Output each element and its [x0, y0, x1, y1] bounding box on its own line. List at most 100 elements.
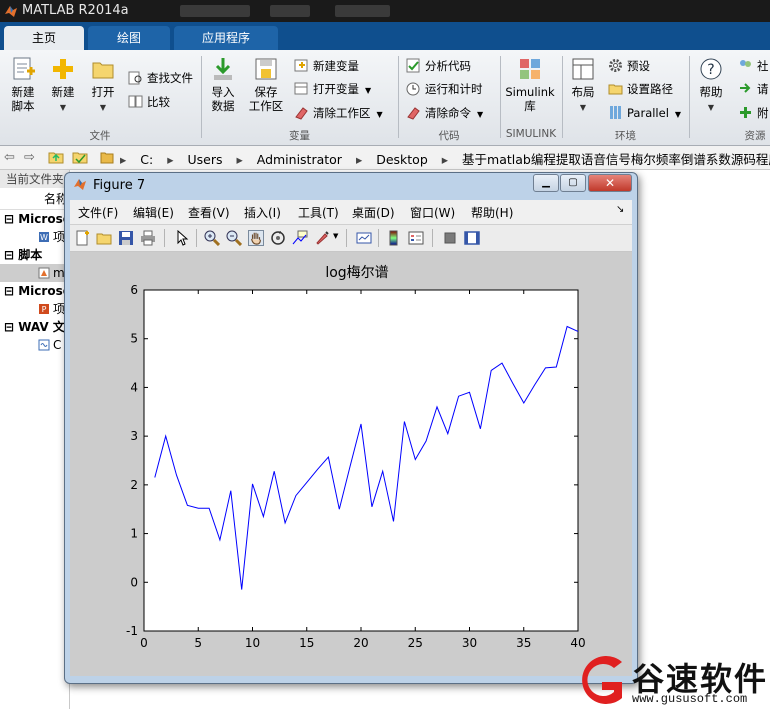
- rotate-3d-icon[interactable]: [270, 230, 286, 246]
- minimize-icon: ▁: [542, 177, 550, 188]
- breadcrumb-item-desktop[interactable]: Desktop: [376, 152, 428, 167]
- tab-apps[interactable]: 应用程序: [174, 26, 278, 50]
- menu-help[interactable]: 帮助(H): [471, 204, 513, 221]
- chevron-down-icon[interactable]: ▼: [333, 232, 338, 240]
- new-button[interactable]: 新建 ▼: [46, 56, 80, 115]
- show-plot-tools-icon[interactable]: [464, 230, 480, 246]
- chevron-down-icon: ▼: [59, 103, 67, 112]
- compare-button[interactable]: 比较: [128, 92, 170, 112]
- colorbar-icon[interactable]: [386, 230, 402, 246]
- collapse-icon[interactable]: ⊟: [4, 320, 18, 334]
- breadcrumb-item-drive[interactable]: C:: [140, 152, 153, 167]
- x-tick-label: 0: [140, 636, 148, 650]
- file-group-header[interactable]: ⊟ Microso: [0, 282, 69, 300]
- request-support-icon: [740, 83, 751, 93]
- print-icon[interactable]: [140, 230, 156, 246]
- pan-hand-icon[interactable]: [248, 230, 264, 246]
- close-icon: ✕: [604, 176, 616, 190]
- maximize-button[interactable]: ▢: [560, 174, 586, 192]
- breadcrumb-item-administrator[interactable]: Administrator: [257, 152, 342, 167]
- file-list-item-selected[interactable]: m: [0, 264, 69, 282]
- preferences-button[interactable]: 预设: [608, 56, 650, 76]
- menu-view[interactable]: 查看(V): [188, 204, 230, 221]
- back-arrow-icon[interactable]: ⇦: [4, 150, 15, 165]
- link-plot-icon[interactable]: [356, 230, 372, 246]
- zoom-in-icon[interactable]: [204, 230, 220, 246]
- collapse-icon[interactable]: ⊟: [4, 212, 18, 226]
- file-group-header[interactable]: ⊟ Microso: [0, 210, 69, 228]
- plot-area[interactable]: [143, 289, 579, 632]
- ribbon-toolstrip: 新建 脚本 新建 ▼ 打开 ▼ 查找文件 比较 文件 导入 数据 保存 工作区 新建…: [0, 50, 770, 146]
- chevron-down-icon: ▼: [477, 110, 484, 119]
- folder-icon: [100, 152, 114, 164]
- log-mel-spectrum-chart[interactable]: log梅尔谱 0 5 10 15 20 25 30 35 40-10123456: [70, 252, 632, 676]
- run-and-time-label: 运行和计时: [425, 82, 483, 96]
- toolbar-divider: [432, 229, 433, 247]
- figure-title-bar[interactable]: Figure 7: [73, 177, 145, 193]
- data-cursor-icon[interactable]: [292, 230, 308, 246]
- select-arrow-icon[interactable]: [174, 230, 190, 246]
- new-figure-icon[interactable]: [74, 230, 90, 246]
- up-folder-icon[interactable]: [48, 150, 64, 164]
- figure-canvas[interactable]: log梅尔谱 0 5 10 15 20 25 30 35 40 -1 0 1 2 3 4 5 6: [70, 252, 632, 676]
- simulink-library-button[interactable]: Simulink 库: [504, 56, 556, 113]
- import-data-button[interactable]: 导入 数据: [206, 56, 240, 113]
- open-file-icon[interactable]: [96, 230, 112, 246]
- breadcrumb-item-project-folder[interactable]: 基于matlab编程提取语音信号梅尔频率倒谱系数源码程序: [462, 152, 770, 167]
- clear-workspace-button[interactable]: 清除工作区 ▼: [294, 103, 383, 123]
- new-variable-button[interactable]: 新建变量: [294, 56, 359, 76]
- layout-button[interactable]: 布局 ▼: [566, 56, 600, 115]
- parallel-button[interactable]: Parallel ▼: [608, 103, 681, 123]
- ppt-doc-icon: P: [39, 304, 49, 314]
- breadcrumb-item-users[interactable]: Users: [187, 152, 222, 167]
- zoom-out-icon[interactable]: [226, 230, 242, 246]
- file-group-header[interactable]: ⊟ WAV 文: [0, 318, 69, 336]
- collapse-icon[interactable]: ⊟: [4, 248, 18, 262]
- name-column-header[interactable]: 名称: [0, 188, 69, 210]
- menu-desktop[interactable]: 桌面(D): [352, 204, 395, 221]
- new-script-button[interactable]: 新建 脚本: [6, 56, 40, 113]
- dock-arrow-icon[interactable]: ↘: [616, 204, 624, 215]
- file-list-item[interactable]: P项: [0, 300, 69, 318]
- menu-edit[interactable]: 编辑(E): [133, 204, 174, 221]
- file-list-item[interactable]: C: [0, 336, 69, 354]
- save-workspace-label: 保存 工作区: [248, 85, 284, 113]
- set-path-label: 设置路径: [627, 82, 673, 96]
- open-button[interactable]: 打开 ▼: [86, 56, 120, 115]
- clear-commands-button[interactable]: 清除命令 ▼: [406, 103, 483, 123]
- save-workspace-icon: [255, 58, 277, 80]
- parallel-icon: [610, 106, 621, 119]
- chevron-down-icon: ▼: [365, 86, 372, 95]
- request-support-button[interactable]: 请: [738, 79, 769, 99]
- menu-tools[interactable]: 工具(T): [298, 204, 339, 221]
- menu-file[interactable]: 文件(F): [78, 204, 118, 221]
- tab-plots[interactable]: 绘图: [88, 26, 170, 50]
- community-button[interactable]: 社: [738, 56, 769, 76]
- minimize-button[interactable]: ▁: [533, 174, 559, 192]
- set-path-button[interactable]: 设置路径: [608, 79, 673, 99]
- forward-arrow-icon[interactable]: ⇨: [24, 150, 35, 165]
- hide-plot-tools-icon[interactable]: [442, 230, 458, 246]
- open-variable-button[interactable]: 打开变量 ▼: [294, 79, 371, 99]
- close-button[interactable]: ✕: [588, 174, 632, 192]
- file-list-item[interactable]: W项: [0, 228, 69, 246]
- analyze-code-button[interactable]: 分析代码: [406, 56, 471, 76]
- addons-button[interactable]: 附: [738, 103, 769, 123]
- collapse-icon[interactable]: ⊟: [4, 284, 18, 298]
- browse-folder-icon[interactable]: [72, 150, 88, 164]
- menu-insert[interactable]: 插入(I): [244, 204, 281, 221]
- find-files-button[interactable]: 查找文件: [128, 68, 193, 88]
- file-group-header[interactable]: ⊟ 脚本: [0, 246, 69, 264]
- menu-window[interactable]: 窗口(W): [410, 204, 455, 221]
- brush-icon[interactable]: [314, 230, 330, 246]
- save-workspace-button[interactable]: 保存 工作区: [246, 56, 286, 113]
- figure-window[interactable]: Figure 7 ▁ ▢ ✕ 文件(F) 编辑(E) 查看(V) 插入(I) 工…: [64, 172, 638, 684]
- legend-icon[interactable]: [408, 230, 424, 246]
- run-and-time-button[interactable]: 运行和计时: [406, 79, 483, 99]
- help-button[interactable]: ? 帮助 ▼: [694, 56, 728, 115]
- tab-home[interactable]: 主页: [4, 26, 84, 50]
- save-icon[interactable]: [118, 230, 134, 246]
- open-variable-icon: [294, 82, 308, 95]
- resources-group-label: 资源: [744, 130, 766, 142]
- chevron-down-icon: ▼: [579, 103, 587, 112]
